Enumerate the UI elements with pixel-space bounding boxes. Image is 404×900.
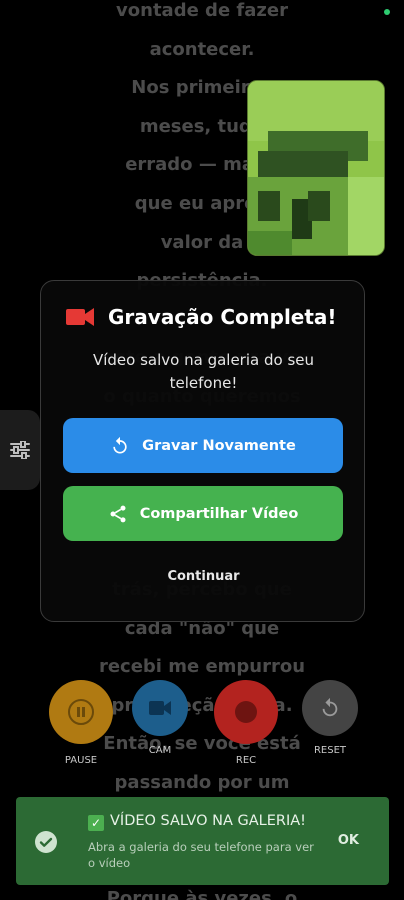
- recording-status-dot: [384, 9, 390, 15]
- recording-complete-dialog: Gravação Completa! Vídeo salvo na galeri…: [40, 280, 365, 622]
- replay-icon: [113, 436, 127, 453]
- camera-toggle-button[interactable]: [132, 680, 188, 736]
- pause-icon: [68, 699, 94, 725]
- share-video-button[interactable]: Compartilhar Vídeo: [63, 486, 343, 541]
- snackbar-ok-button[interactable]: OK: [338, 833, 359, 848]
- pause-button[interactable]: [49, 680, 113, 744]
- settings-drawer-tab[interactable]: [0, 410, 40, 490]
- snackbar-title-text: VÍDEO SALVO NA GALERIA!: [110, 813, 306, 829]
- videocam-icon: [149, 701, 171, 715]
- check-circle-icon: [35, 831, 57, 853]
- rec-label: REC: [235, 755, 257, 766]
- snackbar-message: Abra a galeria do seu telefone para ver …: [88, 840, 314, 870]
- sliders-icon: [10, 441, 30, 459]
- share-icon: [110, 505, 126, 522]
- checkmark-emoji-icon: ✓: [88, 815, 104, 831]
- cam-label: CAM: [148, 745, 172, 756]
- share-video-label: Compartilhar Vídeo: [139, 505, 299, 522]
- reset-icon: [322, 697, 338, 717]
- continue-button[interactable]: Continuar: [41, 569, 366, 584]
- record-dot-icon: [235, 701, 257, 723]
- videocam-icon: [66, 308, 94, 326]
- pause-label: PAUSE: [64, 755, 98, 766]
- dialog-message: Vídeo salvo na galeria do seu telefone!: [92, 351, 314, 392]
- snackbar-title: ✓ VÍDEO SALVO NA GALERIA!: [88, 813, 306, 831]
- camera-preview[interactable]: [247, 80, 385, 256]
- record-again-button[interactable]: Gravar Novamente: [63, 418, 343, 473]
- record-again-label: Gravar Novamente: [142, 437, 296, 454]
- saved-snackbar: ✓ VÍDEO SALVO NA GALERIA! Abra a galeria …: [16, 797, 389, 885]
- reset-label: RESET: [313, 745, 347, 756]
- dialog-title-text: Gravação Completa!: [108, 305, 337, 329]
- record-button[interactable]: [214, 680, 278, 744]
- reset-button[interactable]: [302, 680, 358, 736]
- dialog-title: Gravação Completa!: [66, 305, 337, 329]
